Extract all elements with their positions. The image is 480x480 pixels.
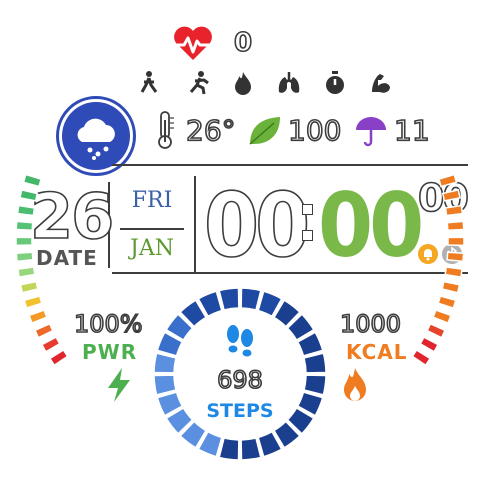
steps-ring-segment xyxy=(153,374,177,396)
steps-ring-segment xyxy=(218,287,240,311)
steps-ring-segment xyxy=(240,287,262,311)
footprints-icon xyxy=(227,325,253,357)
steps-label: STEPS xyxy=(206,400,274,422)
steps-ring-segment xyxy=(240,437,262,461)
watch-face: 0 26° 100 11 26 DATE FRI JAN 00 00 00 10… xyxy=(0,0,480,480)
steps-ring-segment xyxy=(303,352,327,374)
steps-ring-segment xyxy=(303,374,327,396)
steps-ring-segment xyxy=(218,437,240,461)
steps-ring-segment xyxy=(153,352,177,374)
steps-value: 698 xyxy=(216,365,263,395)
